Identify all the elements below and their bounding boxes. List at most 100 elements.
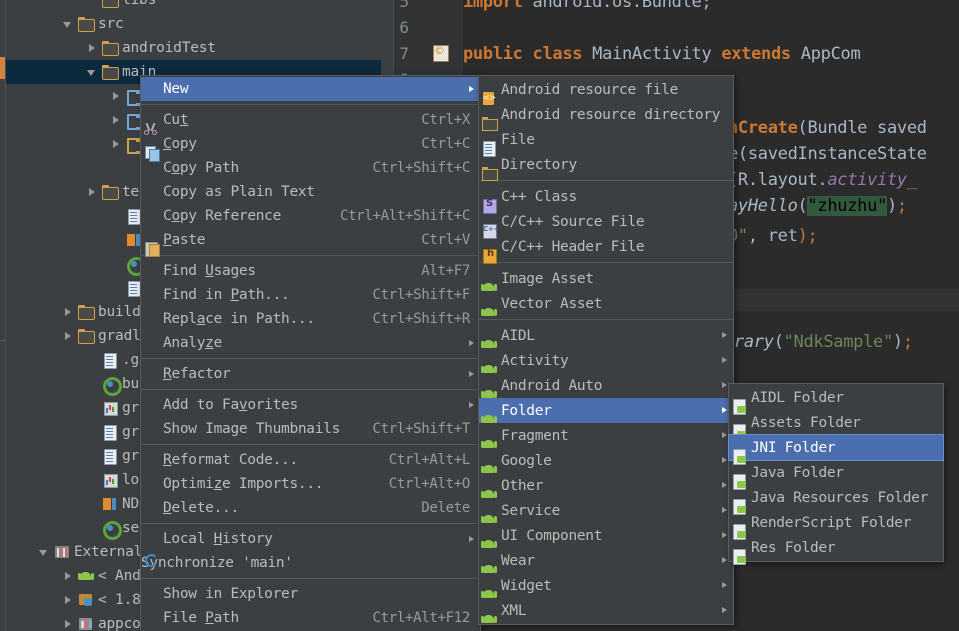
iml-icon — [102, 496, 118, 512]
chevron-down-icon[interactable] — [86, 66, 99, 79]
line-number: 7 — [399, 44, 409, 63]
file-icon — [102, 448, 118, 465]
menu-item-label: Assets Folder — [751, 414, 861, 431]
gutter-class-marker-icon[interactable] — [433, 44, 449, 62]
menu-item-label: Android resource file — [501, 81, 679, 98]
menu-item[interactable]: Reformat Code... Ctrl+Alt+L — [141, 448, 480, 472]
menu-item-label: Copy — [163, 136, 197, 152]
menu-item[interactable]: Vector Asset — [479, 291, 733, 316]
tree-item[interactable]: libs — [6, 0, 381, 12]
menu-item[interactable]: C/C++ Header File — [479, 234, 733, 264]
props-icon — [102, 400, 118, 416]
menu-item-label: Optimize Imports... — [163, 476, 324, 492]
tree-item[interactable]: androidTest — [6, 36, 381, 60]
menu-item[interactable]: Optimize Imports... Ctrl+Alt+O — [141, 472, 480, 496]
menu-item[interactable]: Java Resources Folder — [729, 485, 943, 515]
chevron-right-icon — [722, 482, 727, 488]
menu-item-label: Show Image Thumbnails — [163, 421, 341, 437]
menu-item[interactable]: Directory — [479, 152, 733, 181]
menu-item[interactable]: Copy Reference Ctrl+Alt+Shift+C — [141, 204, 480, 228]
menu-item[interactable]: Copy as Plain Text — [141, 180, 480, 204]
droid-icon — [78, 568, 94, 584]
menu-item[interactable]: JNI Folder — [728, 434, 944, 465]
menu-item[interactable]: Service — [479, 498, 733, 523]
menu-item[interactable]: Copy Path Ctrl+Shift+C — [141, 156, 480, 180]
chevron-right-icon[interactable] — [62, 306, 75, 319]
menu-item[interactable]: Paste Ctrl+V — [141, 228, 480, 257]
chevron-down-icon[interactable] — [62, 18, 75, 31]
menu-item[interactable]: AIDL — [479, 323, 733, 348]
chevron-right-icon[interactable] — [62, 618, 75, 631]
tree-item[interactable]: src — [6, 12, 381, 36]
menu-item[interactable]: Res Folder — [729, 535, 943, 565]
menu-item[interactable]: Analyze — [141, 331, 480, 355]
menu-item-label: Local History — [163, 531, 273, 547]
menu-item-label: Paste — [163, 232, 206, 248]
menu-item-shortcut: Ctrl+C — [421, 136, 470, 152]
chevron-right-icon — [722, 432, 727, 438]
menu-item[interactable]: New — [141, 77, 480, 101]
menu-item[interactable]: Find in Path... Ctrl+Shift+F — [141, 283, 480, 307]
menu-item[interactable]: Image Asset — [479, 266, 733, 291]
menu-item[interactable]: Activity — [479, 348, 733, 373]
menu-item-label: XML — [501, 602, 527, 619]
chevron-right-icon[interactable] — [110, 90, 123, 103]
chevron-right-icon[interactable] — [62, 594, 75, 607]
menu-item[interactable]: Android Auto — [479, 373, 733, 398]
menu-item-label: Directory — [501, 156, 577, 173]
context-menu[interactable]: New Cut Ctrl+X Copy Ctrl+C Copy Path Ctrl+Shif… — [140, 75, 481, 631]
chevron-down-icon[interactable] — [38, 546, 51, 559]
menu-item[interactable]: C++ Class — [479, 184, 733, 214]
menu-item[interactable]: Replace in Path... Ctrl+Shift+R — [141, 307, 480, 331]
menu-item[interactable]: Java Folder — [729, 460, 943, 490]
new-submenu[interactable]: Android resource file Android resource di… — [478, 75, 734, 625]
menu-item-label: Android resource directory — [501, 106, 721, 123]
menu-item-label: File Path — [163, 610, 239, 626]
menu-item[interactable]: AIDL Folder — [729, 385, 943, 415]
chevron-right-icon — [469, 536, 474, 542]
menu-item[interactable]: Android resource directory — [479, 102, 733, 131]
menu-item[interactable]: Refactor — [141, 362, 480, 386]
menu-item[interactable]: File — [479, 127, 733, 157]
chevron-right-icon[interactable] — [62, 570, 75, 583]
menu-item[interactable]: XML — [479, 598, 733, 623]
menu-item[interactable]: Find Usages Alt+F7 — [141, 259, 480, 283]
menu-item[interactable]: Wear — [479, 548, 733, 573]
menu-item[interactable]: Show Image Thumbnails Ctrl+Shift+T — [141, 417, 480, 441]
menu-item-label: Fragment — [501, 427, 569, 444]
menu-item[interactable]: Fragment — [479, 423, 733, 448]
menu-item[interactable]: Delete... Delete — [141, 496, 480, 520]
menu-item[interactable]: UI Component — [479, 523, 733, 548]
chevron-right-icon[interactable] — [62, 330, 75, 343]
menu-item[interactable]: C/C++ Source File — [479, 209, 733, 239]
chevron-right-icon[interactable] — [86, 186, 99, 199]
chevron-right-icon[interactable] — [110, 114, 123, 127]
menu-item-label: AIDL Folder — [751, 389, 844, 406]
folder-submenu[interactable]: AIDL Folder Assets Folder JNI Folder Java F… — [728, 383, 944, 565]
menu-item[interactable]: Widget — [479, 573, 733, 598]
menu-separator — [479, 180, 733, 181]
menu-item[interactable]: Google — [479, 448, 733, 473]
menu-item[interactable]: Other — [479, 473, 733, 498]
menu-item[interactable]: RenderScript Folder — [729, 510, 943, 540]
chevron-right-icon[interactable] — [86, 42, 99, 55]
menu-item[interactable]: Cut Ctrl+X — [141, 108, 480, 135]
menu-item[interactable]: Show in Explorer — [141, 582, 480, 606]
menu-item[interactable]: Android resource file — [479, 77, 733, 105]
chevron-right-icon — [722, 507, 727, 513]
menu-item[interactable]: File Path Ctrl+Alt+F12 — [141, 606, 480, 630]
menu-item[interactable]: Local History — [141, 527, 480, 551]
chevron-right-icon — [722, 557, 727, 563]
menu-item[interactable]: Copy Ctrl+C — [141, 132, 480, 162]
menu-item[interactable]: Assets Folder — [729, 410, 943, 440]
menu-item[interactable]: Add to Favorites — [141, 393, 480, 417]
menu-item-label: Cut — [163, 112, 189, 128]
line-number: 5 — [399, 0, 409, 11]
chevron-right-icon[interactable] — [110, 138, 123, 151]
menu-separator — [479, 262, 733, 263]
menu-item[interactable]: Folder — [479, 398, 733, 423]
menu-item[interactable]: Synchronize 'main' — [141, 551, 480, 575]
